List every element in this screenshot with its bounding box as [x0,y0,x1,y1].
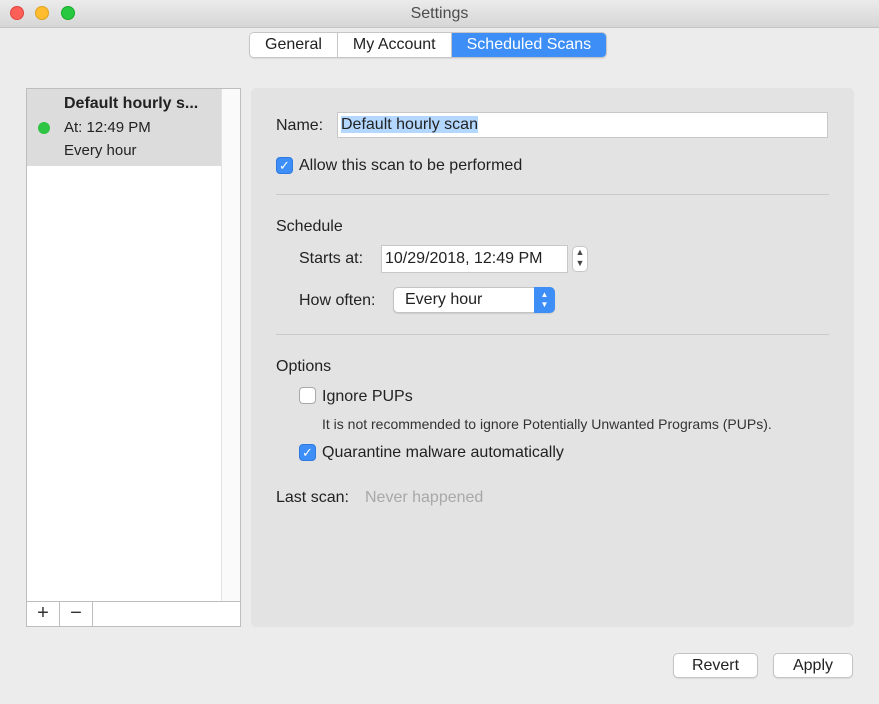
scan-list: Default hourly s... At: 12:49 PM Every h… [26,88,241,627]
settings-window: Settings General My Account Scheduled Sc… [0,0,879,704]
scan-list-item[interactable]: Default hourly s... At: 12:49 PM Every h… [27,89,221,166]
how-often-label: How often: [299,292,376,309]
scan-name-input[interactable]: Default hourly scan [337,112,828,138]
scan-status-dot-icon [38,122,50,134]
remove-scan-button[interactable]: − [60,602,93,626]
checkmark-icon: ✓ [302,445,313,460]
last-scan-value: Never happened [365,489,484,506]
scan-item-time: At: 12:49 PM [64,119,151,136]
window-title: Settings [410,5,469,22]
ignore-pups-label[interactable]: Ignore PUPs [322,388,413,406]
allow-scan-checkbox[interactable]: ✓ [276,157,293,174]
quarantine-label[interactable]: Quarantine malware automatically [322,444,564,462]
how-often-select[interactable]: Every hour ▲ ▼ [393,287,555,313]
ignore-pups-note: It is not recommended to ignore Potentia… [322,416,772,432]
apply-button[interactable]: Apply [773,653,853,678]
section-divider [276,194,829,195]
chevron-up-icon[interactable]: ▲ [573,247,587,258]
add-scan-button[interactable]: + [27,602,60,626]
revert-button[interactable]: Revert [673,653,758,678]
name-label: Name: [276,117,324,134]
scan-item-frequency: Every hour [64,142,137,159]
tab-my-account[interactable]: My Account [337,33,452,57]
scan-detail-panel: Name: Default hourly scan ✓ Allow this s… [251,88,854,627]
allow-scan-label[interactable]: Allow this scan to be performed [299,157,522,175]
tab-scheduled-scans[interactable]: Scheduled Scans [451,33,607,57]
quarantine-checkbox[interactable]: ✓ [299,444,316,461]
section-divider [276,334,829,335]
last-scan-label: Last scan: [276,489,349,506]
chevron-down-icon[interactable]: ▼ [573,258,587,269]
starts-at-stepper[interactable]: ▲ ▼ [572,246,588,272]
select-arrows-icon: ▲ ▼ [534,287,555,313]
scan-item-title: Default hourly s... [64,95,199,112]
options-heading: Options [276,358,332,375]
how-often-value: Every hour [405,291,483,308]
schedule-heading: Schedule [276,218,343,235]
tab-bar: General My Account Scheduled Scans [249,32,608,58]
checkmark-icon: ✓ [279,158,290,173]
scan-list-footer: + − [27,601,240,626]
ignore-pups-checkbox[interactable] [299,387,316,404]
starts-at-label: Starts at: [299,250,364,267]
title-bar[interactable]: Settings [0,0,879,28]
scan-name-value: Default hourly scan [341,116,478,133]
starts-at-field[interactable]: 10/29/2018, 12:49 PM [381,245,568,273]
scan-list-scrollbar[interactable] [221,89,240,601]
tab-general[interactable]: General [250,33,338,57]
